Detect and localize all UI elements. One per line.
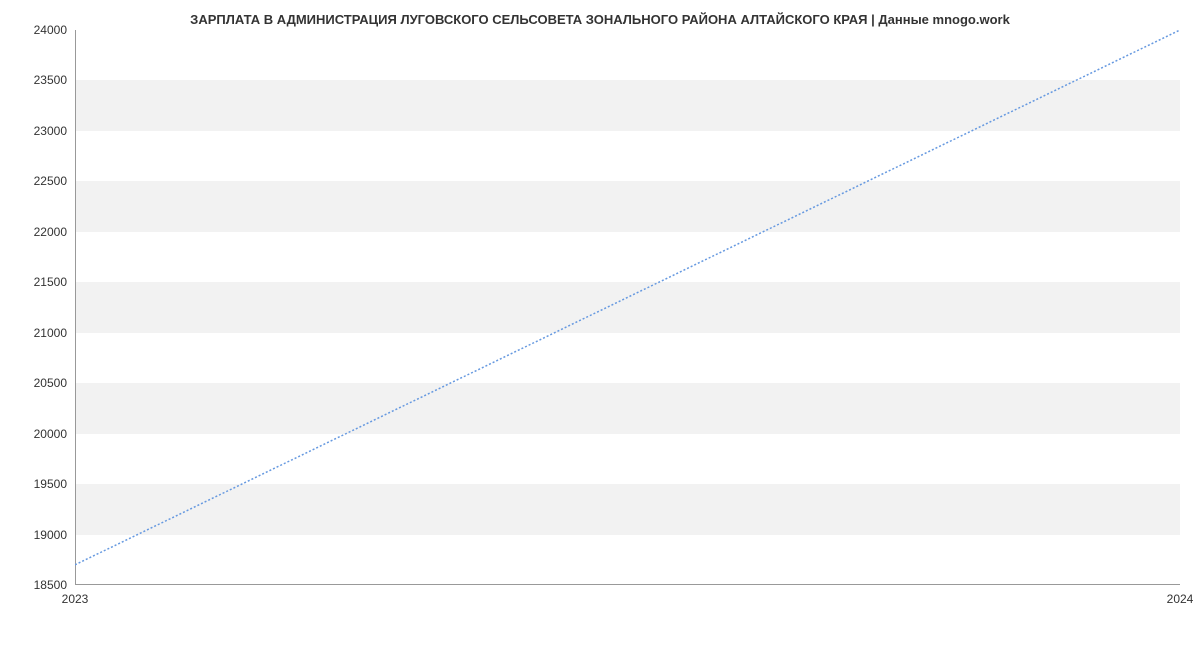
y-tick-label: 22000 [34, 225, 67, 239]
plot-area [75, 30, 1180, 585]
y-tick-label: 20000 [34, 427, 67, 441]
y-tick-label: 19500 [34, 477, 67, 491]
y-tick-label: 19000 [34, 528, 67, 542]
y-tick-label: 20500 [34, 376, 67, 390]
y-tick-label: 23500 [34, 73, 67, 87]
y-tick-label: 24000 [34, 23, 67, 37]
y-tick-label: 18500 [34, 578, 67, 592]
x-tick-label: 2023 [62, 592, 89, 606]
y-tick-label: 22500 [34, 174, 67, 188]
chart-title: ЗАРПЛАТА В АДМИНИСТРАЦИЯ ЛУГОВСКОГО СЕЛЬ… [0, 12, 1200, 27]
y-tick-label: 23000 [34, 124, 67, 138]
y-tick-label: 21000 [34, 326, 67, 340]
x-tick-label: 2024 [1167, 592, 1194, 606]
y-tick-label: 21500 [34, 275, 67, 289]
data-line [75, 30, 1180, 585]
